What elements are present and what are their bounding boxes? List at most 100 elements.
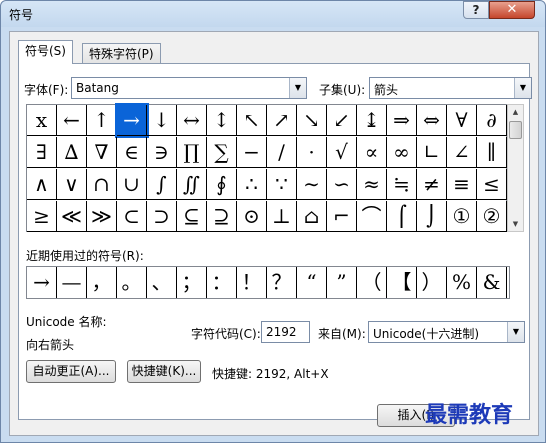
- symbol-cell[interactable]: ⌒: [357, 201, 387, 232]
- recent-symbol-cell[interactable]: ）: [417, 267, 447, 298]
- symbol-cell[interactable]: ∬: [177, 169, 207, 200]
- symbol-cell[interactable]: ∕: [267, 137, 297, 168]
- symbol-cell[interactable]: ≤: [477, 169, 507, 200]
- recent-symbol-cell[interactable]: ”: [327, 267, 357, 298]
- symbol-cell[interactable]: ∽: [327, 169, 357, 200]
- symbol-cell[interactable]: ↕: [207, 105, 237, 136]
- symbol-cell[interactable]: ∥: [477, 137, 507, 168]
- symbol-cell[interactable]: √: [327, 137, 357, 168]
- symbol-cell[interactable]: ⊃: [147, 201, 177, 232]
- symbol-cell[interactable]: ≫: [87, 201, 117, 232]
- symbol-cell[interactable]: x: [27, 105, 57, 136]
- symbol-cell[interactable]: ⊇: [207, 201, 237, 232]
- symbol-cell[interactable]: ⌠: [387, 201, 417, 232]
- symbol-grid[interactable]: x ← ↑ → ↓ ↔ ↕ ↖ ↗ ↘ ↙ ↨ ⇒ ⇔ ∀ ∂ ∃ ∆ ∇ ∈ ∋ ∏ ∑ − ∕ · √ ∝ ∞ ∟ ∠ ∥ ∧ ∨ ∩ ∪ ∫ ∬ ∮ ∴…: [26, 103, 507, 232]
- recent-symbol-cell[interactable]: 。: [117, 267, 147, 298]
- symbol-cell[interactable]: ∂: [477, 105, 507, 136]
- recent-symbol-cell[interactable]: —: [57, 267, 87, 298]
- chevron-down-icon[interactable]: ▼: [507, 322, 524, 342]
- symbol-cell[interactable]: ↓: [147, 105, 177, 136]
- symbol-cell[interactable]: ↨: [357, 105, 387, 136]
- recent-symbol-cell[interactable]: 【: [387, 267, 417, 298]
- symbol-cell[interactable]: ↘: [297, 105, 327, 136]
- help-button[interactable]: ?: [463, 1, 489, 19]
- symbol-cell[interactable]: ∠: [447, 137, 477, 168]
- symbol-cell[interactable]: ≥: [27, 201, 57, 232]
- chevron-down-icon[interactable]: ▼: [514, 78, 531, 98]
- symbol-cell[interactable]: ⌡: [417, 201, 447, 232]
- symbol-grid-scrollbar[interactable]: ▲ ▼: [507, 104, 524, 232]
- symbol-cell[interactable]: ↖: [237, 105, 267, 136]
- symbol-cell[interactable]: ∃: [27, 137, 57, 168]
- symbol-cell[interactable]: ∞: [387, 137, 417, 168]
- recent-symbol-cell[interactable]: （: [357, 267, 387, 298]
- symbol-cell[interactable]: ∴: [237, 169, 267, 200]
- char-code-input[interactable]: 2192: [261, 321, 310, 343]
- symbol-cell[interactable]: ∮: [207, 169, 237, 200]
- recent-symbol-cell[interactable]: “: [297, 267, 327, 298]
- recent-symbol-cell[interactable]: ，: [87, 267, 117, 298]
- symbol-cell[interactable]: ≒: [387, 169, 417, 200]
- symbol-cell[interactable]: ∆: [57, 137, 87, 168]
- subset-select[interactable]: 箭头 ▼: [369, 77, 532, 99]
- symbol-cell[interactable]: ∵: [267, 169, 297, 200]
- font-select[interactable]: Batang ▼: [71, 77, 307, 99]
- recent-symbol-cell[interactable]: →: [27, 267, 57, 298]
- symbol-cell[interactable]: ∏: [177, 137, 207, 168]
- recent-symbol-cell[interactable]: ！: [237, 267, 267, 298]
- symbol-cell[interactable]: ↗: [267, 105, 297, 136]
- recent-symbol-cell[interactable]: ：: [207, 267, 237, 298]
- recent-symbol-cell[interactable]: &: [477, 267, 507, 298]
- shortcut-key-button[interactable]: 快捷键(K)...: [127, 360, 201, 383]
- symbol-cell[interactable]: ⊂: [117, 201, 147, 232]
- scroll-down-icon[interactable]: ▼: [508, 217, 523, 231]
- recent-symbols-list[interactable]: → —，。、；：！？ “” （【）% &: [26, 266, 510, 299]
- symbol-cell[interactable]: ≪: [57, 201, 87, 232]
- symbol-cell[interactable]: −: [237, 137, 267, 168]
- symbol-cell[interactable]: ∪: [117, 169, 147, 200]
- close-button[interactable]: ✕: [489, 1, 535, 19]
- symbol-cell[interactable]: ⊙: [237, 201, 267, 232]
- recent-symbol-cell[interactable]: ；: [177, 267, 207, 298]
- scroll-thumb[interactable]: [509, 121, 522, 139]
- symbol-cell[interactable]: ∑: [207, 137, 237, 168]
- symbol-cell[interactable]: ↔: [177, 105, 207, 136]
- recent-symbol-cell[interactable]: %: [447, 267, 477, 298]
- symbol-cell[interactable]: ⊥: [267, 201, 297, 232]
- scroll-up-icon[interactable]: ▲: [508, 105, 523, 119]
- tab-special-characters[interactable]: 特殊字符(P): [82, 43, 161, 65]
- symbol-cell[interactable]: ∼: [297, 169, 327, 200]
- symbol-cell[interactable]: ∇: [87, 137, 117, 168]
- symbol-cell[interactable]: ①: [447, 201, 477, 232]
- symbol-cell[interactable]: →: [115, 103, 149, 138]
- symbol-cell[interactable]: ⌂: [297, 201, 327, 232]
- recent-symbol-cell[interactable]: ？: [267, 267, 297, 298]
- symbol-cell[interactable]: ⌐: [327, 201, 357, 232]
- symbol-cell[interactable]: ⇔: [417, 105, 447, 136]
- symbol-cell[interactable]: ≡: [447, 169, 477, 200]
- tab-symbols[interactable]: 符号(S): [18, 40, 73, 64]
- symbol-cell[interactable]: ≈: [357, 169, 387, 200]
- symbol-cell[interactable]: ∧: [27, 169, 57, 200]
- autocorrect-button[interactable]: 自动更正(A)...: [26, 360, 116, 383]
- symbol-cell[interactable]: ∨: [57, 169, 87, 200]
- symbol-cell[interactable]: ∝: [357, 137, 387, 168]
- symbol-cell[interactable]: ∈: [117, 137, 147, 168]
- symbol-cell[interactable]: ≠: [417, 169, 447, 200]
- symbol-cell[interactable]: ·: [297, 137, 327, 168]
- symbol-cell[interactable]: ⊆: [177, 201, 207, 232]
- symbol-cell[interactable]: ②: [477, 201, 507, 232]
- symbol-cell[interactable]: ↑: [87, 105, 117, 136]
- symbol-cell[interactable]: ∫: [147, 169, 177, 200]
- title-bar[interactable]: 符号 ? ✕: [1, 1, 545, 27]
- symbol-cell[interactable]: ←: [57, 105, 87, 136]
- chevron-down-icon[interactable]: ▼: [289, 78, 306, 98]
- symbol-cell[interactable]: ∟: [417, 137, 447, 168]
- symbol-cell[interactable]: ∩: [87, 169, 117, 200]
- from-select[interactable]: Unicode(十六进制) ▼: [368, 321, 525, 343]
- recent-symbol-cell[interactable]: 、: [147, 267, 177, 298]
- symbol-cell[interactable]: ∋: [147, 137, 177, 168]
- symbol-cell[interactable]: ∀: [447, 105, 477, 136]
- symbol-cell[interactable]: ↙: [327, 105, 357, 136]
- symbol-cell[interactable]: ⇒: [387, 105, 417, 136]
